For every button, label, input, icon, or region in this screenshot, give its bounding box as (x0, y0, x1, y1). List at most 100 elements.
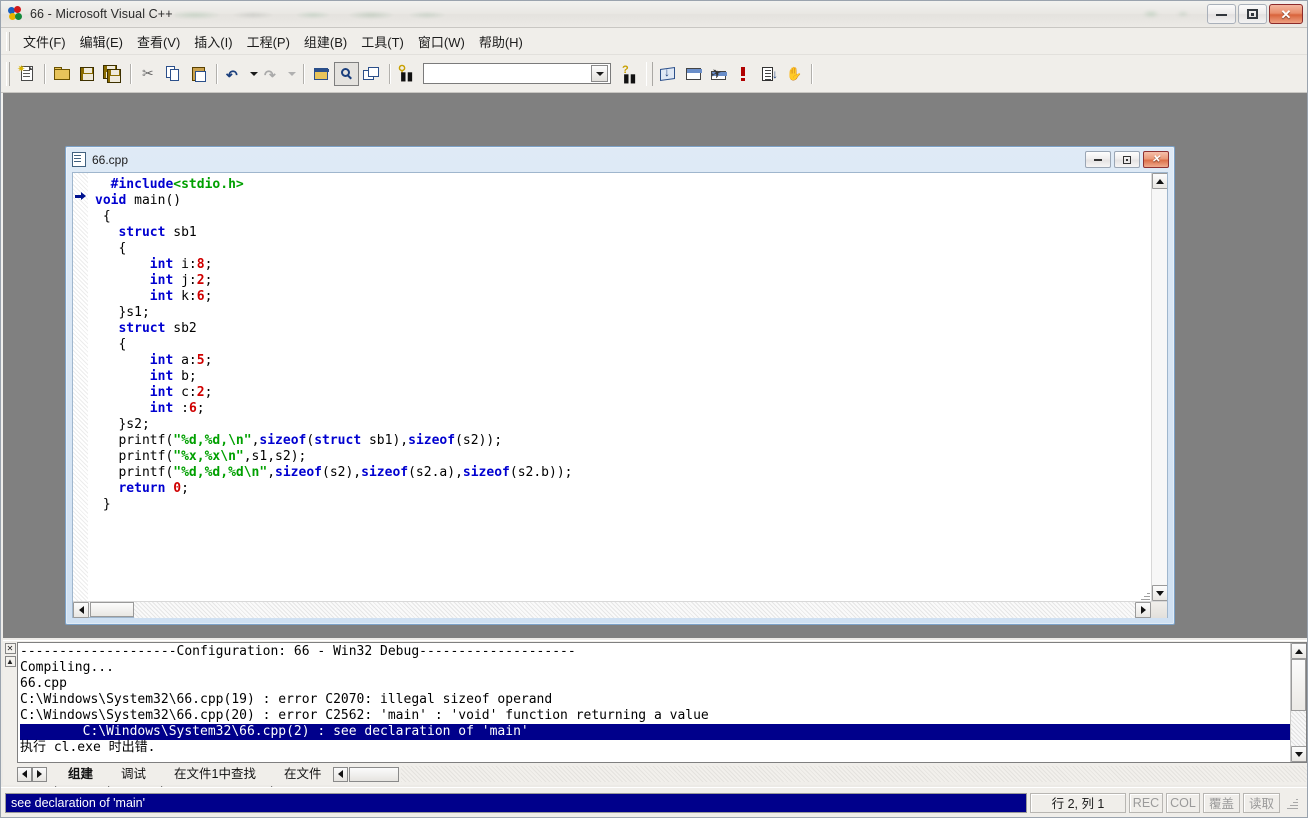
horizontal-scroll-thumb[interactable] (90, 602, 134, 617)
editor-horizontal-scrollbar[interactable] (73, 592, 1167, 618)
scroll-up-button[interactable] (1152, 173, 1167, 189)
tab-scroll-blank[interactable] (348, 766, 399, 782)
save-all-icon[interactable] (100, 62, 125, 86)
stop-build-icon[interactable] (731, 62, 756, 86)
menu-help[interactable]: 帮助(H) (472, 29, 530, 54)
horizontal-scroll-track[interactable] (134, 601, 1135, 618)
editor-vertical-scrollbar[interactable] (1151, 173, 1167, 601)
cut-icon[interactable]: ✂ (136, 62, 161, 86)
code-token: ( (306, 433, 315, 448)
output-text[interactable]: --------------------Configuration: 66 - … (18, 643, 1290, 762)
editor-gutter[interactable] (73, 173, 89, 601)
find-combo-dropdown-icon[interactable] (591, 65, 608, 82)
menu-insert[interactable]: 插入(I) (187, 29, 239, 54)
tab-find-in-files-1[interactable]: 在文件1中查找 (164, 762, 265, 784)
editor-minimize-button[interactable] (1085, 151, 1111, 168)
menubar-grip[interactable] (6, 31, 10, 51)
window-list-icon[interactable] (359, 62, 384, 86)
vertical-scroll-track[interactable] (1152, 189, 1167, 585)
output-line[interactable]: 66.cpp (20, 676, 1290, 692)
editor-close-button[interactable]: ✕ (1143, 151, 1169, 168)
editor-maximize-button[interactable] (1114, 151, 1140, 168)
editor-resize-grip[interactable] (1141, 592, 1167, 618)
output-scroll-thumb[interactable] (1291, 659, 1306, 711)
execute-program-icon[interactable]: ↓ (756, 62, 781, 86)
code-token: ; (204, 273, 213, 288)
menu-file[interactable]: 文件(F) (16, 29, 73, 54)
menu-project[interactable]: 工程(P) (240, 29, 297, 54)
code-token: 0 (173, 481, 182, 496)
output-line[interactable]: C:\Windows\System32\66.cpp(19) : error C… (20, 692, 1290, 708)
output-scroll-track[interactable] (1291, 711, 1306, 746)
output-line[interactable]: Compiling... (20, 660, 1290, 676)
copy-icon[interactable] (161, 62, 186, 86)
find-combo-input[interactable] (423, 63, 611, 84)
code-token: 2 (196, 385, 205, 400)
code-line: }s1; (95, 305, 1151, 321)
build-execute-icon[interactable]: ✈ (706, 62, 731, 86)
toolbar-separator (44, 63, 45, 84)
code-token: sizeof (462, 465, 510, 480)
window-resize-grip[interactable] (1283, 795, 1299, 811)
undo-icon[interactable]: ↶ (222, 62, 247, 86)
code-token: int (149, 353, 174, 368)
menu-view[interactable]: 查看(V) (130, 29, 187, 54)
tab-prev-button[interactable] (17, 766, 32, 782)
tab-build[interactable]: 组建 (58, 762, 102, 784)
save-icon[interactable] (75, 62, 100, 86)
code-line: void main() (95, 193, 1151, 209)
find-help-icon[interactable]: ? ▮▮ (618, 62, 643, 86)
output-left-bar: ✕ ▲ (3, 641, 17, 763)
output-line[interactable]: --------------------Configuration: 66 - … (20, 644, 1290, 660)
paste-icon[interactable] (186, 62, 211, 86)
output-line-selected[interactable]: C:\Windows\System32\66.cpp(2) : see decl… (20, 724, 1290, 740)
menu-edit[interactable]: 编辑(E) (73, 29, 130, 54)
editor-titlebar[interactable]: 66.cpp ✕ (66, 147, 1174, 172)
code-token: #include (110, 177, 174, 192)
build-icon[interactable] (681, 62, 706, 86)
maximize-button[interactable] (1238, 4, 1267, 24)
output-line[interactable]: 执行 cl.exe 时出错. (20, 740, 1290, 756)
output-close-icon[interactable]: ✕ (4, 643, 16, 654)
code-line: #include<stdio.h> (95, 177, 1151, 193)
workspace-icon[interactable] (309, 62, 334, 86)
code-token: ; (204, 353, 213, 368)
compile-icon[interactable]: ↓ (656, 62, 681, 86)
toolbar-grip-2[interactable] (646, 61, 653, 86)
tab-scroll-left-button[interactable] (332, 766, 348, 782)
redo-dropdown-icon (285, 62, 298, 86)
code-token: (s2)); (455, 433, 503, 448)
undo-dropdown-icon[interactable] (247, 62, 260, 86)
go-icon[interactable]: ✋ (781, 62, 806, 86)
output-vertical-scrollbar[interactable] (1290, 643, 1306, 762)
output-pane[interactable]: --------------------Configuration: 66 - … (17, 642, 1307, 763)
output-window-icon[interactable] (334, 61, 359, 86)
tab-next-button[interactable] (32, 766, 47, 782)
code-text[interactable]: #include<stdio.h> void main() { struct sb… (89, 173, 1151, 601)
open-folder-icon[interactable] (50, 62, 75, 86)
output-scroll-up-button[interactable] (1291, 643, 1306, 659)
code-token: sb1 (165, 225, 197, 240)
status-rec-indicator: REC (1129, 792, 1163, 813)
close-button[interactable]: ✕ (1269, 4, 1303, 24)
toolbar-grip[interactable] (6, 61, 10, 86)
menu-build[interactable]: 组建(B) (297, 29, 354, 54)
find-in-files-icon[interactable]: ⚲ ▮▮ (395, 62, 420, 86)
output-scroll-up-icon[interactable]: ▲ (4, 656, 16, 667)
scroll-right-button[interactable] (1135, 601, 1151, 618)
menu-window[interactable]: 窗口(W) (411, 29, 472, 54)
output-scroll-down-button[interactable] (1291, 746, 1306, 762)
output-line[interactable]: C:\Windows\System32\66.cpp(20) : error C… (20, 708, 1290, 724)
tab-debug[interactable]: 调试 (111, 762, 155, 784)
scroll-left-button[interactable] (73, 601, 89, 618)
menu-tools[interactable]: 工具(T) (354, 29, 411, 54)
tab-find-in-files-2[interactable]: 在文件 (274, 762, 331, 784)
code-token: int (149, 369, 174, 384)
new-document-icon[interactable]: ✷ (14, 62, 39, 86)
minimize-button[interactable] (1207, 4, 1236, 24)
scroll-down-button[interactable] (1152, 585, 1167, 601)
code-line: int c:2; (95, 385, 1151, 401)
